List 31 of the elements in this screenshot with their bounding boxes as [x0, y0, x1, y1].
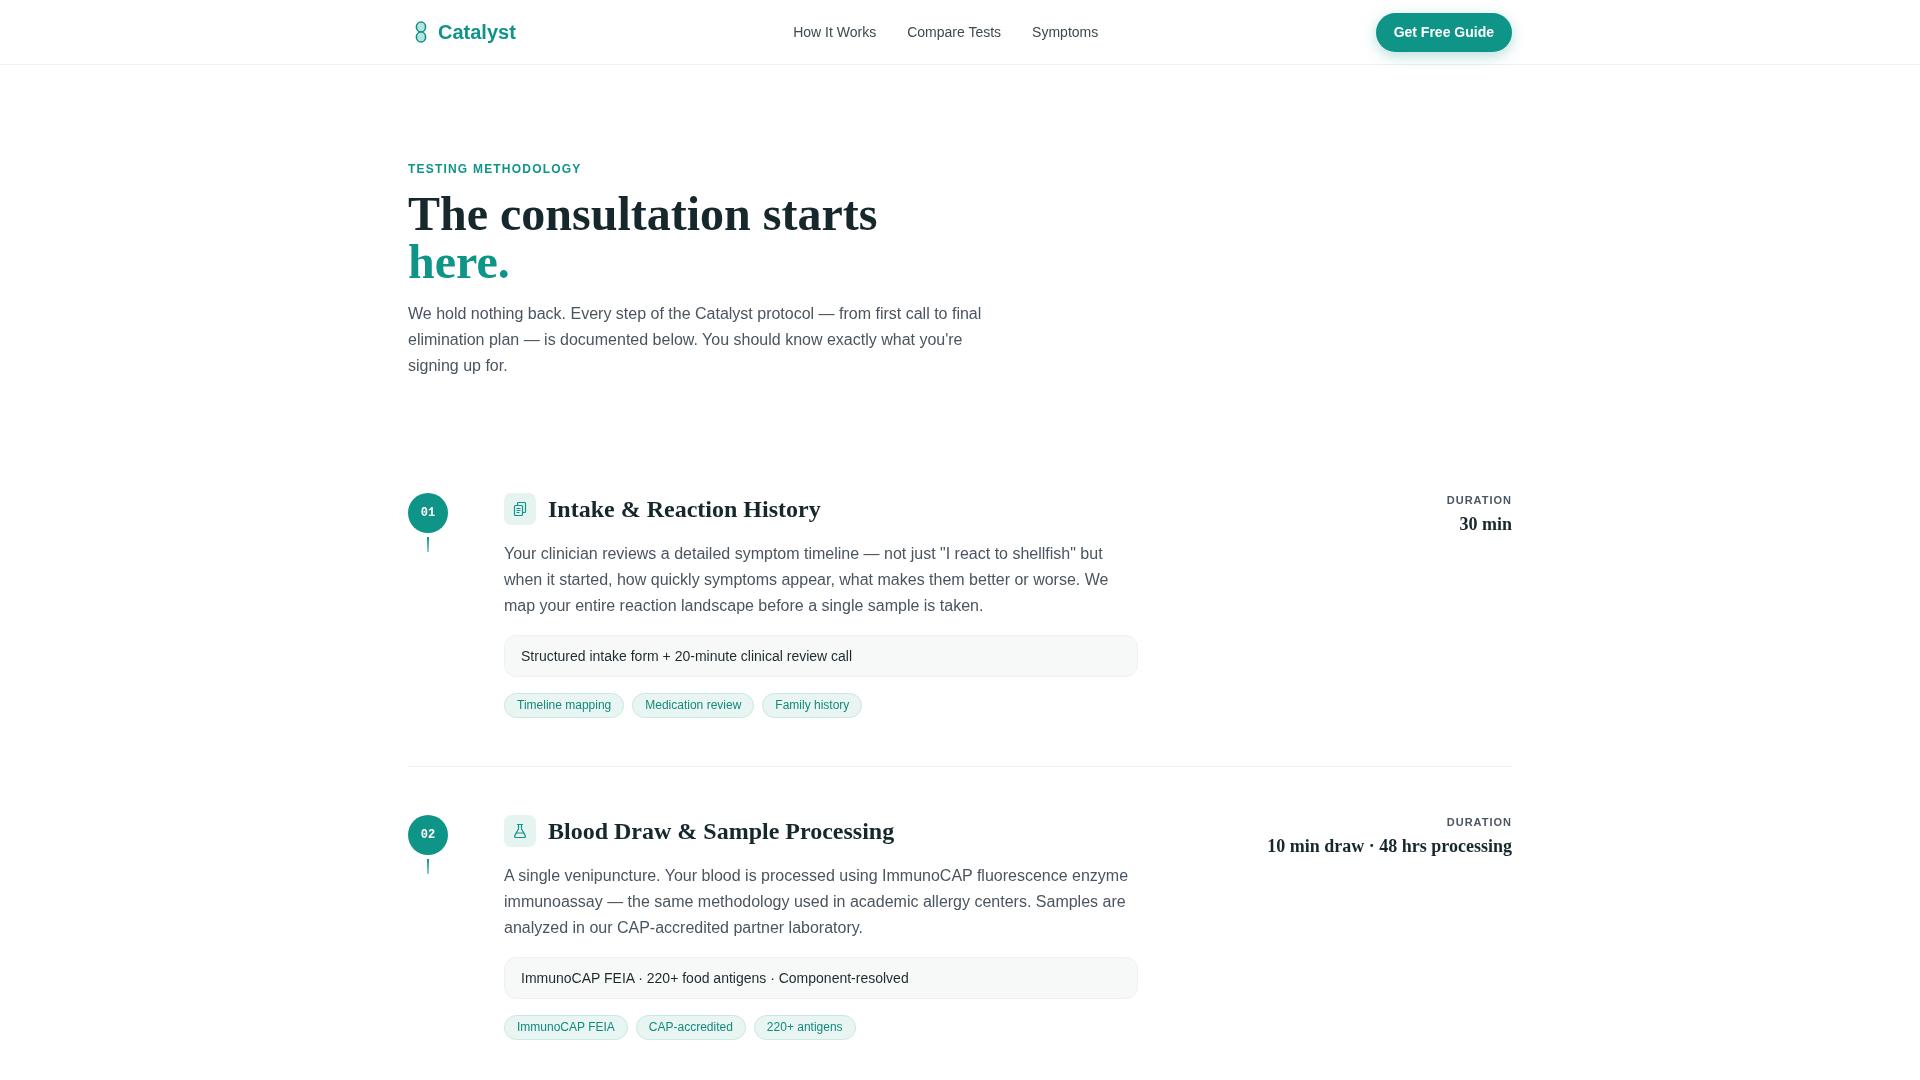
page-heading: The consultation starts here. — [408, 190, 879, 286]
logo-link[interactable]: Catalyst — [415, 20, 516, 44]
nav-link[interactable]: Compare Tests — [907, 23, 1002, 41]
step-number: 01 — [408, 493, 448, 533]
documents-icon — [504, 493, 536, 525]
nav-link[interactable]: How It Works — [793, 23, 877, 41]
cta-button[interactable]: Get Free Guide — [1375, 12, 1512, 52]
eyebrow-label: TESTING METHODOLOGY — [408, 161, 583, 178]
tag: Family history — [762, 693, 863, 718]
detail-note: Structured intake form + 20-minute clinical review call — [504, 635, 1138, 677]
tag: ImmunoCAP FEIA — [504, 1015, 628, 1040]
duration-label: DURATION — [1446, 815, 1512, 829]
tag: Medication review — [632, 693, 755, 718]
tag: 220+ antigens — [753, 1015, 856, 1040]
duration-label: DURATION — [1446, 493, 1512, 507]
step-title: Intake & Reaction History — [548, 495, 821, 524]
step-number: 02 — [408, 815, 448, 855]
timeline-line — [427, 537, 429, 552]
timeline-line — [427, 859, 429, 874]
detail-note: ImmunoCAP FEIA · 220+ food antigens · Component-resolved — [504, 957, 1138, 999]
duration-value: 30 min — [1459, 513, 1512, 536]
flask-icon — [504, 815, 536, 847]
intro-text: We hold nothing back. Every step of the Catalyst protocol — from first call to final elimination plan — is documented below. You should know exactly what you're signing up for. — [408, 304, 983, 376]
tag: Timeline mapping — [504, 693, 625, 718]
tag: CAP-accredited — [635, 1015, 746, 1040]
duration-value: 10 min draw · 48 hrs processing — [1267, 835, 1512, 858]
step-description: A single venipuncture. Your blood is processed using ImmunoCAP fluorescence enzyme immunoassay — the same methodology used in academic allergy centers. Samples are analyzed in our CAP-accredited partner laboratory. — [504, 866, 1130, 938]
step-title: Blood Draw & Sample Processing — [548, 817, 895, 846]
stacked-rings-icon — [415, 21, 427, 43]
step-description: Your clinician reviews a detailed symptom timeline — not just "I react to shellfish" but when it started, how quickly symptoms appear, what makes them better or worse. We map your entire reaction landscape before a single sample is taken. — [504, 544, 1110, 616]
nav-link[interactable]: Symptoms — [1032, 23, 1099, 41]
